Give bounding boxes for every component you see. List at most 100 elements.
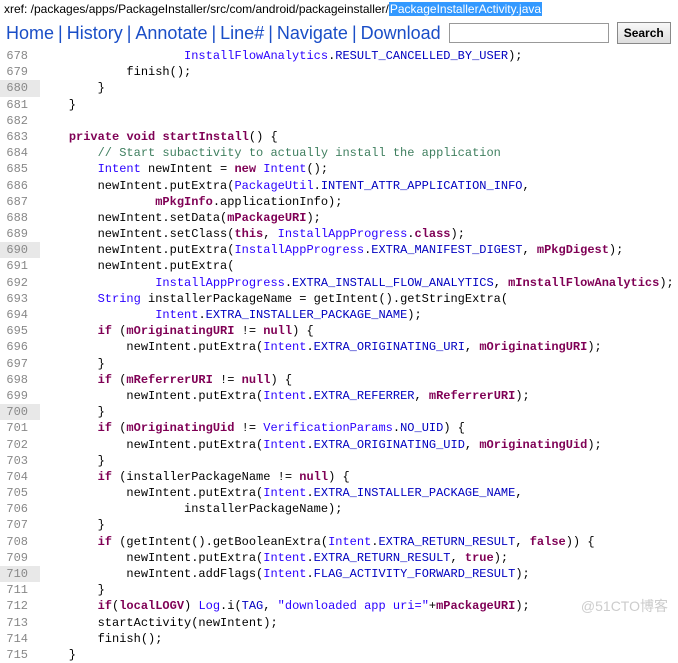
source-text[interactable]: if (mOriginatingUid != VerificationParam…: [40, 420, 674, 436]
source-text[interactable]: newIntent.putExtra(InstallAppProgress.EX…: [40, 242, 674, 258]
line-number[interactable]: 696: [0, 339, 40, 355]
line-number[interactable]: 682: [0, 113, 40, 129]
line-number[interactable]: 710: [0, 566, 40, 582]
line-number[interactable]: 684: [0, 145, 40, 161]
source-text[interactable]: newIntent.putExtra(Intent.EXTRA_ORIGINAT…: [40, 339, 674, 355]
code-line: 698 if (mReferrerURI != null) {: [0, 372, 674, 388]
nav-home[interactable]: Home: [6, 23, 54, 44]
nav-sep: |: [211, 23, 216, 44]
line-number[interactable]: 695: [0, 323, 40, 339]
source-text[interactable]: }: [40, 453, 674, 469]
source-text[interactable]: }: [40, 582, 674, 598]
source-text[interactable]: InstallFlowAnalytics.RESULT_CANCELLED_BY…: [40, 48, 674, 64]
code-line: 693 String installerPackageName = getInt…: [0, 291, 674, 307]
line-number[interactable]: 700: [0, 404, 40, 420]
nav-annotate[interactable]: Annotate: [135, 23, 207, 44]
line-number[interactable]: 711: [0, 582, 40, 598]
line-number[interactable]: 681: [0, 97, 40, 113]
xref-path[interactable]: /packages/apps/PackageInstaller/src/com/…: [31, 2, 389, 16]
source-text[interactable]: newIntent.putExtra(Intent.EXTRA_ORIGINAT…: [40, 437, 674, 453]
nav-sep: |: [58, 23, 63, 44]
code-line: 703 }: [0, 453, 674, 469]
source-text[interactable]: finish();: [40, 64, 674, 80]
nav-line[interactable]: Line#: [220, 23, 264, 44]
code-line: 710 newIntent.addFlags(Intent.FLAG_ACTIV…: [0, 566, 674, 582]
line-number[interactable]: 714: [0, 631, 40, 647]
source-text[interactable]: }: [40, 80, 674, 96]
source-text[interactable]: if (installerPackageName != null) {: [40, 469, 674, 485]
line-number[interactable]: 699: [0, 388, 40, 404]
line-number[interactable]: 691: [0, 258, 40, 274]
code-line: 696 newIntent.putExtra(Intent.EXTRA_ORIG…: [0, 339, 674, 355]
line-number[interactable]: 715: [0, 647, 40, 663]
source-text[interactable]: }: [40, 356, 674, 372]
line-number[interactable]: 687: [0, 194, 40, 210]
line-number[interactable]: 705: [0, 485, 40, 501]
line-number[interactable]: 683: [0, 129, 40, 145]
source-text[interactable]: newIntent.putExtra(Intent.EXTRA_RETURN_R…: [40, 550, 674, 566]
line-number[interactable]: 686: [0, 178, 40, 194]
source-text[interactable]: if (mOriginatingURI != null) {: [40, 323, 674, 339]
xref-prefix: xref:: [4, 2, 31, 16]
line-number[interactable]: 703: [0, 453, 40, 469]
source-text[interactable]: }: [40, 647, 674, 663]
source-text[interactable]: mPkgInfo.applicationInfo);: [40, 194, 674, 210]
line-number[interactable]: 713: [0, 615, 40, 631]
line-number[interactable]: 702: [0, 437, 40, 453]
source-text[interactable]: }: [40, 404, 674, 420]
line-number[interactable]: 694: [0, 307, 40, 323]
search-button[interactable]: Search: [617, 22, 671, 44]
line-number[interactable]: 701: [0, 420, 40, 436]
source-text[interactable]: if(localLOGV) Log.i(TAG, "downloaded app…: [40, 598, 674, 614]
line-number[interactable]: 678: [0, 48, 40, 64]
code-line: 680 }: [0, 80, 674, 96]
line-number[interactable]: 704: [0, 469, 40, 485]
source-text[interactable]: InstallAppProgress.EXTRA_INSTALL_FLOW_AN…: [40, 275, 674, 291]
search-input[interactable]: [449, 23, 609, 43]
source-text[interactable]: if (mReferrerURI != null) {: [40, 372, 674, 388]
nav-navigate[interactable]: Navigate: [277, 23, 348, 44]
source-text[interactable]: [40, 113, 674, 129]
source-text[interactable]: installerPackageName);: [40, 501, 674, 517]
source-text[interactable]: // Start subactivity to actually install…: [40, 145, 674, 161]
source-text[interactable]: }: [40, 517, 674, 533]
line-number[interactable]: 693: [0, 291, 40, 307]
nav-download[interactable]: Download: [361, 23, 441, 44]
code-line: 683 private void startInstall() {: [0, 129, 674, 145]
line-number[interactable]: 685: [0, 161, 40, 177]
line-number[interactable]: 679: [0, 64, 40, 80]
line-number[interactable]: 680: [0, 80, 40, 96]
source-text[interactable]: Intent.EXTRA_INSTALLER_PACKAGE_NAME);: [40, 307, 674, 323]
source-text[interactable]: newIntent.putExtra(Intent.EXTRA_REFERRER…: [40, 388, 674, 404]
source-text[interactable]: newIntent.setData(mPackageURI);: [40, 210, 674, 226]
source-text[interactable]: newIntent.setClass(this, InstallAppProgr…: [40, 226, 674, 242]
xref-file[interactable]: PackageInstallerActivity.java: [389, 2, 542, 16]
line-number[interactable]: 706: [0, 501, 40, 517]
line-number[interactable]: 692: [0, 275, 40, 291]
line-number[interactable]: 688: [0, 210, 40, 226]
source-text[interactable]: newIntent.putExtra(PackageUtil.INTENT_AT…: [40, 178, 674, 194]
line-number[interactable]: 698: [0, 372, 40, 388]
source-text[interactable]: newIntent.addFlags(Intent.FLAG_ACTIVITY_…: [40, 566, 674, 582]
source-text[interactable]: newIntent.putExtra(Intent.EXTRA_INSTALLE…: [40, 485, 674, 501]
line-number[interactable]: 689: [0, 226, 40, 242]
source-text[interactable]: }: [40, 97, 674, 113]
source-text[interactable]: startActivity(newIntent);: [40, 615, 674, 631]
source-text[interactable]: finish();: [40, 631, 674, 647]
line-number[interactable]: 712: [0, 598, 40, 614]
source-text[interactable]: String installerPackageName = getIntent(…: [40, 291, 674, 307]
source-text[interactable]: Intent newIntent = new Intent();: [40, 161, 674, 177]
nav-history[interactable]: History: [67, 23, 123, 44]
code-line: 707 }: [0, 517, 674, 533]
code-line: 715 }: [0, 647, 674, 663]
source-text[interactable]: newIntent.putExtra(: [40, 258, 674, 274]
line-number[interactable]: 709: [0, 550, 40, 566]
code-line: 687 mPkgInfo.applicationInfo);: [0, 194, 674, 210]
line-number[interactable]: 708: [0, 534, 40, 550]
source-text[interactable]: if (getIntent().getBooleanExtra(Intent.E…: [40, 534, 674, 550]
line-number[interactable]: 697: [0, 356, 40, 372]
code-line: 688 newIntent.setData(mPackageURI);: [0, 210, 674, 226]
line-number[interactable]: 707: [0, 517, 40, 533]
source-text[interactable]: private void startInstall() {: [40, 129, 674, 145]
line-number[interactable]: 690: [0, 242, 40, 258]
